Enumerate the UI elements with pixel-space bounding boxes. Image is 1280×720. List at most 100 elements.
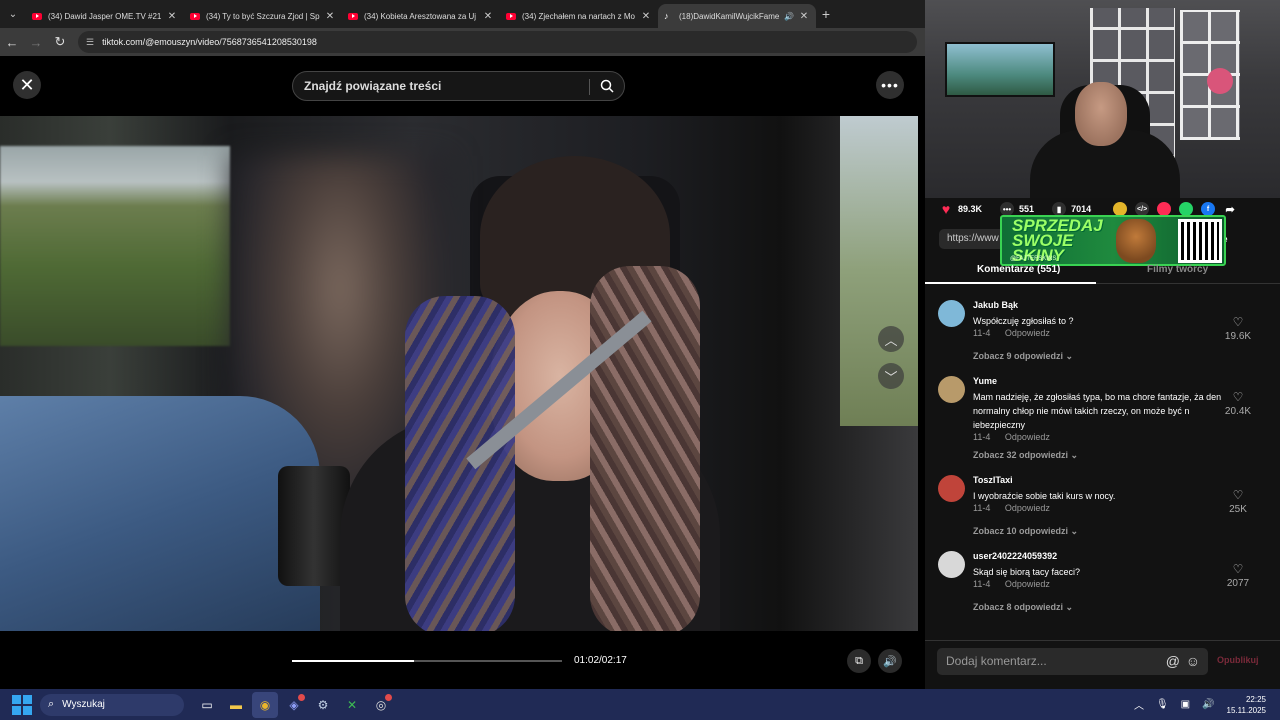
progress-bar[interactable]	[292, 660, 562, 662]
steam-icon[interactable]: ⚙	[310, 692, 336, 718]
time-display: 01:02/02:17	[574, 655, 627, 666]
discord-icon[interactable]: ◈	[281, 692, 307, 718]
avatar[interactable]	[938, 551, 965, 578]
close-tab-icon[interactable]: ✕	[324, 11, 336, 22]
dog-mascot-icon	[1116, 218, 1156, 263]
comment-username[interactable]: Jakub Bąk	[973, 300, 1018, 310]
whatsapp-icon[interactable]	[1179, 202, 1194, 216]
heart-icon: ♥	[941, 201, 951, 217]
tab-comments[interactable]: Komentarze (551)	[977, 264, 1060, 275]
previous-video-button[interactable]: ︿	[878, 326, 904, 352]
comment-like[interactable]: ♡ 2077	[1218, 562, 1258, 589]
browser-tab[interactable]: (34) Kobieta Aresztowana za Uj ✕	[342, 4, 500, 28]
car-window-scene	[0, 146, 230, 346]
reply-link[interactable]: Odpowiedz	[1005, 328, 1050, 338]
reload-icon[interactable]: ↻	[48, 34, 72, 50]
promo-banner-overlay: SPRZEDAJ SWOJE SKINY @FAJTERSKINS	[1000, 215, 1226, 266]
browser-tab[interactable]: (34) Ty to być Szczura Zjod | Sp ✕	[184, 4, 342, 28]
video-player[interactable]: ︿ ﹀	[0, 116, 918, 631]
heart-outline-icon: ♡	[1232, 488, 1244, 502]
comment-username[interactable]: user2402224059392	[973, 551, 1057, 561]
comment-date: 11-4	[973, 432, 991, 442]
close-tab-icon[interactable]: ✕	[166, 11, 178, 22]
search-placeholder: Znajdź powiązane treści	[304, 79, 442, 93]
browser-tab[interactable]: (34) Dawid Jasper OME.TV #21 ✕	[26, 4, 184, 28]
close-tab-icon[interactable]: ✕	[798, 11, 810, 22]
file-explorer-icon[interactable]: ▬	[223, 692, 249, 718]
avatar[interactable]	[938, 376, 965, 403]
tab-search-icon[interactable]: ⌄	[0, 0, 26, 28]
comment-date: 11-4	[973, 328, 991, 338]
close-video-button[interactable]: ✕	[13, 71, 41, 99]
clock-date: 15.11.2025	[1226, 705, 1266, 715]
reply-link[interactable]: Odpowiedz	[1005, 503, 1050, 513]
webcam-overlay	[925, 0, 1280, 198]
youtube-icon	[32, 12, 42, 20]
related-search-input[interactable]: Znajdź powiązane treści	[292, 71, 625, 101]
forward-icon[interactable]: →	[24, 35, 48, 50]
url-field[interactable]: ☰ tiktok.com/@emouszyn/video/75687365412…	[78, 31, 917, 53]
task-view-icon[interactable]: ▭	[194, 692, 220, 718]
comment-input[interactable]: Dodaj komentarz... @ ☺	[937, 648, 1208, 675]
youtube-icon	[190, 12, 200, 20]
comment-text: Mam nadzieję, że zgłosiłaś typa, bo ma c…	[973, 392, 1222, 430]
chevron-up-icon[interactable]: ︿	[1134, 697, 1144, 712]
clock[interactable]: 22:25 15.11.2025	[1227, 694, 1266, 716]
comment-like-count: 25K	[1229, 504, 1247, 515]
comment-username[interactable]: ToszITaxi	[973, 475, 1013, 485]
site-info-icon[interactable]: ☰	[86, 37, 94, 48]
next-video-button[interactable]: ﹀	[878, 363, 904, 389]
chrome-icon[interactable]: ◉	[252, 691, 278, 718]
like-count: 89.3K	[958, 204, 983, 214]
more-options-button[interactable]: •••	[876, 71, 904, 99]
browser-tab-active[interactable]: ♪ (18)DawidKamilWujcikFame 🔊 ✕	[658, 4, 816, 28]
close-tab-icon[interactable]: ✕	[482, 11, 494, 22]
video-top-bar: ✕ Znajdź powiązane treści •••	[0, 56, 918, 116]
microphone-icon[interactable]: 🎙	[1156, 699, 1169, 710]
back-icon[interactable]: ←	[0, 35, 24, 50]
mention-icon[interactable]: @	[1166, 648, 1180, 675]
avatar[interactable]	[938, 475, 965, 502]
comment-date: 11-4	[973, 503, 991, 513]
comment-like[interactable]: ♡ 25K	[1218, 488, 1258, 515]
post-comment-button[interactable]: Opublikuj	[1217, 655, 1259, 665]
share-arrow-icon[interactable]: ➦	[1223, 202, 1237, 216]
tab-creator-videos[interactable]: Filmy twórcy	[1147, 264, 1208, 275]
comment-meta: 11-4 Odpowiedz	[973, 503, 1062, 513]
heart-outline-icon: ♡	[1232, 562, 1244, 576]
reply-link[interactable]: Odpowiedz	[1005, 432, 1050, 442]
picture-in-picture-button[interactable]: ⧉	[847, 649, 871, 673]
comment-like[interactable]: ♡ 20.4K	[1218, 390, 1258, 417]
speaker-icon[interactable]: 🔊	[784, 12, 794, 21]
heart-outline-icon: ♡	[1232, 390, 1244, 404]
like-action[interactable]: ♥ 89.3K	[939, 201, 983, 217]
browser-tab[interactable]: (34) Zjechałem na nartach z Mo ✕	[500, 4, 658, 28]
new-tab-button[interactable]: +	[816, 6, 836, 22]
speaker-icon[interactable]: 🔊	[1202, 699, 1214, 710]
search-icon[interactable]	[600, 79, 614, 93]
volume-button[interactable]: 🔊	[878, 649, 902, 673]
avatar[interactable]	[938, 300, 965, 327]
save-action[interactable]: ▮ 7014	[1052, 202, 1091, 216]
driver-braids	[405, 296, 515, 631]
coin-icon[interactable]	[1113, 202, 1128, 216]
emoji-icon[interactable]: ☺	[1186, 648, 1200, 675]
view-replies-link[interactable]: Zobacz 9 odpowiedzi ⌄	[973, 351, 1073, 362]
facebook-icon[interactable]: f	[1201, 202, 1216, 216]
view-replies-link[interactable]: Zobacz 10 odpowiedzi ⌄	[973, 526, 1078, 537]
comment-username[interactable]: Yume	[973, 376, 997, 386]
comment-action[interactable]: ••• 551	[1000, 202, 1034, 216]
obs-icon[interactable]: ◎	[368, 692, 394, 718]
close-tab-icon[interactable]: ✕	[640, 11, 652, 22]
reply-link[interactable]: Odpowiedz	[1005, 579, 1050, 589]
send-icon[interactable]	[1157, 202, 1172, 216]
windows-start-icon[interactable]	[12, 694, 32, 715]
embed-icon[interactable]: </>	[1135, 202, 1150, 216]
comment-like[interactable]: ♡ 19.6K	[1218, 315, 1258, 342]
view-replies-link[interactable]: Zobacz 32 odpowiedzi ⌄	[973, 450, 1078, 461]
view-replies-link[interactable]: Zobacz 8 odpowiedzi ⌄	[973, 602, 1073, 613]
xbox-icon[interactable]: ✕	[339, 692, 365, 718]
network-icon[interactable]: ▣	[1181, 699, 1190, 710]
tab-title: (18)DawidKamilWujcikFame	[679, 11, 780, 21]
taskbar-search[interactable]: ⌕ Wyszukaj	[40, 693, 184, 716]
